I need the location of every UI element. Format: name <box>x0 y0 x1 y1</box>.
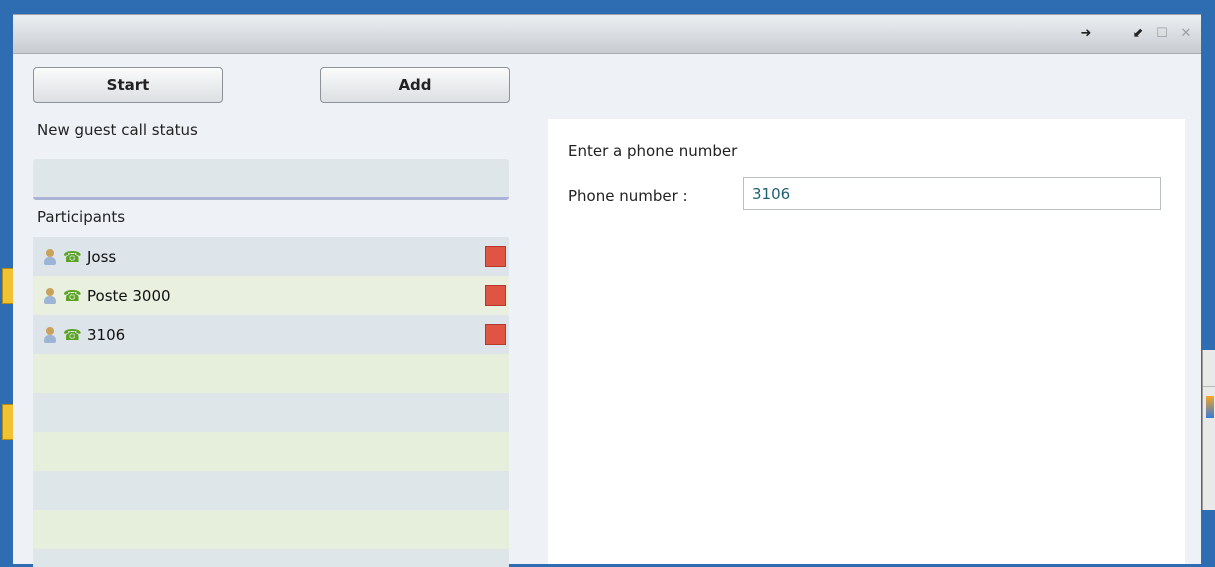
participants-label: Participants <box>37 208 126 226</box>
empty-row <box>33 471 509 510</box>
phone-number-input[interactable] <box>743 177 1161 210</box>
phone-icon: ☎ <box>63 325 82 344</box>
phone-icon: ☎ <box>63 247 82 266</box>
participant-name: Poste 3000 <box>87 286 171 305</box>
user-icon <box>43 326 57 344</box>
maximize-icon[interactable]: ☐ <box>1155 27 1169 41</box>
window-titlebar[interactable]: ➜ ⬋ ☐ ✕ <box>13 15 1201 54</box>
user-icon <box>43 248 57 266</box>
background-window-edge <box>1202 350 1215 510</box>
call-status-label: New guest call status <box>37 121 198 139</box>
call-status-field <box>33 159 509 200</box>
empty-row <box>33 510 509 549</box>
phone-number-label: Phone number : <box>568 187 688 205</box>
phone-icon: ☎ <box>63 286 82 305</box>
empty-row <box>33 432 509 471</box>
phone-entry-heading: Enter a phone number <box>568 142 738 160</box>
start-button[interactable]: Start <box>33 67 223 103</box>
empty-row <box>33 393 509 432</box>
participant-name: Joss <box>87 247 117 266</box>
empty-row <box>33 354 509 393</box>
window-content: Start Add New guest call status Particip… <box>13 54 1201 567</box>
remove-icon[interactable] <box>485 285 506 306</box>
add-button[interactable]: Add <box>320 67 510 103</box>
participant-name: 3106 <box>87 325 126 344</box>
participant-row[interactable]: ☎ Joss <box>33 237 509 276</box>
participant-row[interactable]: ☎ Poste 3000 <box>33 276 509 315</box>
pin-icon[interactable]: ➜ <box>1079 27 1093 41</box>
remove-icon[interactable] <box>485 324 506 345</box>
participants-list: ☎ Joss ☎ Poste 3000 ☎ 3106 <box>33 237 509 567</box>
close-icon[interactable]: ✕ <box>1179 27 1193 41</box>
participant-row[interactable]: ☎ 3106 <box>33 315 509 354</box>
phone-entry-panel: Enter a phone number Phone number : <box>548 119 1185 564</box>
restore-icon[interactable]: ⬋ <box>1131 27 1145 41</box>
user-icon <box>43 287 57 305</box>
call-window: ➜ ⬋ ☐ ✕ Start Add New guest call status … <box>13 14 1201 567</box>
empty-row <box>33 549 509 567</box>
remove-icon[interactable] <box>485 246 506 267</box>
